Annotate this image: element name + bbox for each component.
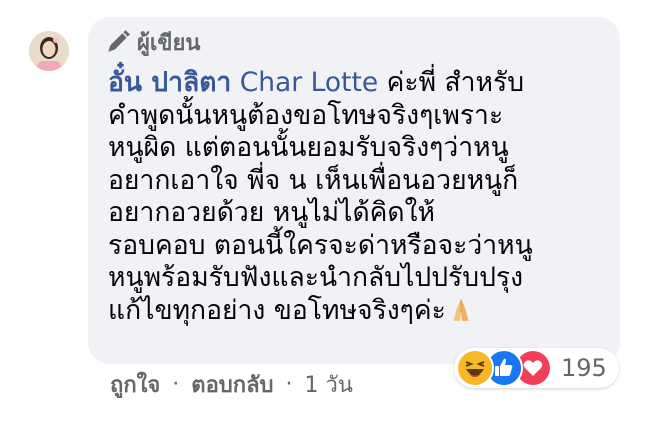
author-badge: ผู้เขียน [105, 26, 200, 58]
reactions-summary[interactable]: 195 [454, 348, 619, 388]
badge-label: ผู้เขียน [137, 30, 201, 56]
author-name-link[interactable]: อั๋น ปาลิตา [108, 67, 231, 98]
timestamp-link[interactable]: 1 วัน [305, 367, 353, 402]
comment-body: อั๋น ปาลิตา Char Lotte ค่ะพี่ สำหรับ คำพ… [108, 67, 608, 327]
comment-line: รอบคอบ ตอนนี้ใครจะด่าหรือจะว่าหนู [108, 229, 533, 261]
comment-text-segment: ค่ะพี่ สำหรับ [378, 67, 525, 98]
haha-icon [456, 349, 494, 387]
comment: ผู้เขียน อั๋น ปาลิตา Char Lotte ค่ะพี่ ส… [0, 0, 655, 422]
avatar-image [29, 31, 69, 71]
pray-icon [453, 298, 469, 321]
pen-icon [108, 30, 130, 52]
reaction-count: 195 [561, 354, 607, 382]
action-separator: · [285, 371, 293, 397]
mention-link[interactable]: Char Lotte [240, 67, 378, 98]
comment-line: อยากอวยด้วย หนูไม่ได้คิดให้ [108, 197, 435, 228]
comment-line: หนูผิด แต่ตอนนั้นยอมรับจริงๆว่าหนู [108, 132, 509, 163]
reply-button[interactable]: ตอบกลับ [191, 367, 273, 402]
action-separator: · [172, 371, 180, 397]
comment-line: คำพูดนั้นหนูต้องขอโทษจริงๆเพราะ [108, 99, 504, 131]
comment-text-segment: แก้ไขทุกอย่าง ขอโทษจริงๆค่ะ [108, 294, 446, 326]
like-button[interactable]: ถูกใจ [110, 367, 160, 402]
comment-line: อยากเอาใจ พี่จ น เห็นเพื่อนอวยหนูก็ [108, 164, 519, 196]
comment-line-1: อั๋น ปาลิตา Char Lotte ค่ะพี่ สำหรับ [108, 67, 608, 100]
comment-actions: ถูกใจ · ตอบกลับ · 1 วัน [110, 366, 353, 402]
comment-line: หนูพร้อมรับฟังและนำกลับไปปรับปรุง [108, 262, 524, 293]
comment-line-last: แก้ไขทุกอย่าง ขอโทษจริงๆค่ะ [108, 295, 608, 328]
avatar[interactable] [29, 31, 69, 71]
